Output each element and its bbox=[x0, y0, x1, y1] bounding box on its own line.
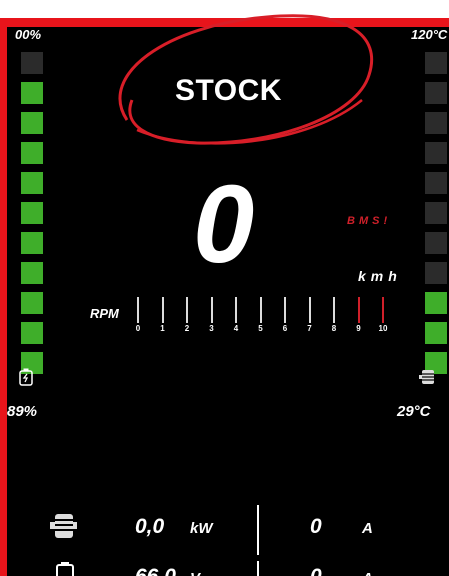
metric-divider bbox=[257, 505, 259, 555]
battery-icon bbox=[19, 368, 33, 391]
rpm-tick bbox=[284, 297, 286, 323]
current-unit: A bbox=[362, 520, 373, 537]
motor-temp-segment bbox=[425, 142, 447, 164]
current2-value: 0 bbox=[310, 565, 322, 576]
bms-warning: BMS! bbox=[347, 215, 392, 227]
rpm-tick bbox=[235, 297, 237, 323]
speed-unit: kmh bbox=[358, 268, 402, 284]
battery-level-segment bbox=[21, 232, 43, 254]
rpm-label: RPM bbox=[90, 306, 119, 321]
power-unit: kW bbox=[190, 520, 213, 537]
battery-level-segment bbox=[21, 142, 43, 164]
rpm-tick-label: 2 bbox=[184, 324, 190, 333]
current-value: 0 bbox=[310, 515, 322, 538]
voltage-value: 66,0 bbox=[135, 565, 176, 576]
battery-level-segment bbox=[21, 82, 43, 104]
rpm-tick bbox=[186, 297, 188, 323]
motor-temp-segment bbox=[425, 172, 447, 194]
rpm-tick bbox=[382, 297, 384, 323]
motor-temp-segment bbox=[425, 322, 447, 344]
motor-temp-segment bbox=[425, 82, 447, 104]
battery-level-segment bbox=[21, 172, 43, 194]
battery-temp-top-left: 00% bbox=[15, 27, 42, 42]
motor-temp-segment bbox=[425, 52, 447, 74]
motor-temp-segment bbox=[425, 202, 447, 224]
rpm-tick-label: 4 bbox=[233, 324, 239, 333]
rpm-tick bbox=[210, 297, 213, 323]
rpm-tick-label: 1 bbox=[160, 324, 165, 333]
motor-temp-bar bbox=[425, 52, 447, 382]
battery-percent: 89% bbox=[7, 403, 38, 420]
dashboard-screen: 00% 120°C STOCK 0 BMS! kmh RPM 0 1 2 3 4 5 6 7 8… bbox=[7, 27, 449, 576]
battery-level-segment bbox=[21, 292, 43, 314]
metric-divider-2 bbox=[257, 561, 259, 576]
ride-mode-label[interactable]: STOCK bbox=[175, 74, 282, 108]
battery-level-segment bbox=[21, 202, 43, 224]
power-value: 0,0 bbox=[135, 515, 165, 538]
motor-temp-segment bbox=[425, 262, 447, 284]
battery-level-segment bbox=[21, 322, 43, 344]
voltage-unit: V bbox=[190, 570, 200, 576]
motor-icon bbox=[49, 511, 79, 546]
rpm-tick bbox=[308, 297, 311, 323]
rpm-tick bbox=[161, 297, 164, 323]
rpm-tick-label: 7 bbox=[307, 324, 312, 333]
rpm-tick-label: 9 bbox=[356, 324, 361, 333]
rpm-tick bbox=[357, 297, 360, 323]
motor-temperature: 29°C bbox=[397, 403, 431, 420]
speed-value: 0 bbox=[193, 163, 255, 286]
motor-temp-segment bbox=[425, 112, 447, 134]
rpm-tick-label: 10 bbox=[378, 324, 388, 333]
rpm-tick bbox=[137, 297, 139, 323]
motor-temp-icon bbox=[419, 368, 437, 391]
rpm-tick-label: 8 bbox=[331, 324, 337, 333]
rpm-tick-label: 5 bbox=[258, 324, 263, 333]
motor-temp-max-label: 120°C bbox=[411, 27, 448, 42]
current2-unit: A bbox=[362, 570, 373, 576]
rpm-tick bbox=[259, 297, 262, 323]
battery-small-icon bbox=[55, 561, 75, 576]
motor-temp-segment bbox=[425, 292, 447, 314]
battery-level-segment bbox=[21, 112, 43, 134]
battery-level-bar bbox=[21, 52, 43, 382]
rpm-tick-label: 3 bbox=[209, 324, 214, 333]
rpm-tick-label: 0 bbox=[135, 324, 141, 333]
battery-level-segment bbox=[21, 52, 43, 74]
rpm-tick bbox=[333, 297, 335, 323]
battery-level-segment bbox=[21, 262, 43, 284]
rpm-tick-label: 6 bbox=[282, 324, 288, 333]
motor-temp-segment bbox=[425, 232, 447, 254]
